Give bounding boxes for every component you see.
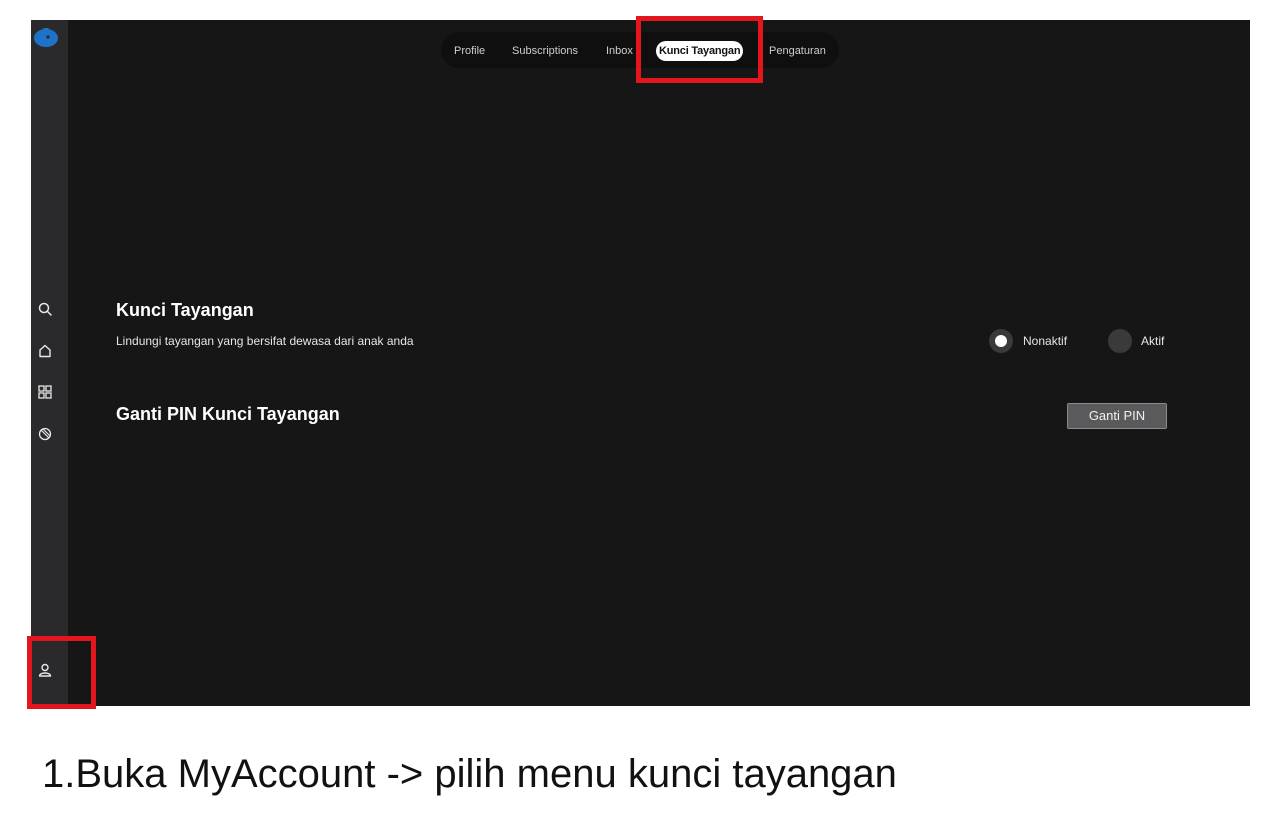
tab-pengaturan[interactable]: Pengaturan	[769, 41, 826, 61]
app-logo-icon[interactable]	[33, 24, 59, 50]
tab-inbox[interactable]: Inbox	[606, 41, 633, 61]
instruction-caption: 1.Buka MyAccount -> pilih menu kunci tay…	[42, 752, 897, 796]
tab-subscriptions[interactable]: Subscriptions	[512, 41, 578, 61]
home-icon[interactable]	[36, 342, 54, 360]
highlight-box-account	[27, 636, 96, 709]
grid-icon[interactable]	[36, 383, 54, 401]
nonaktif-label: Nonaktif	[1023, 334, 1068, 348]
kunci-tayangan-description: Lindungi tayangan yang bersifat dewasa d…	[116, 334, 414, 348]
kunci-tayangan-title: Kunci Tayangan	[116, 300, 254, 320]
highlight-box-tab	[636, 16, 763, 83]
sidebar	[31, 20, 68, 706]
sports-icon[interactable]	[36, 425, 54, 443]
nonaktif-radio[interactable]	[989, 329, 1013, 353]
search-icon[interactable]	[36, 300, 54, 318]
tab-profile[interactable]: Profile	[454, 41, 485, 61]
ganti-pin-button[interactable]: Ganti PIN	[1067, 403, 1167, 429]
app-window: Profile Subscriptions Inbox Kunci Tayang…	[31, 20, 1250, 706]
aktif-radio[interactable]	[1108, 329, 1132, 353]
ganti-pin-title: Ganti PIN Kunci Tayangan	[116, 404, 340, 424]
aktif-label: Aktif	[1141, 334, 1165, 348]
